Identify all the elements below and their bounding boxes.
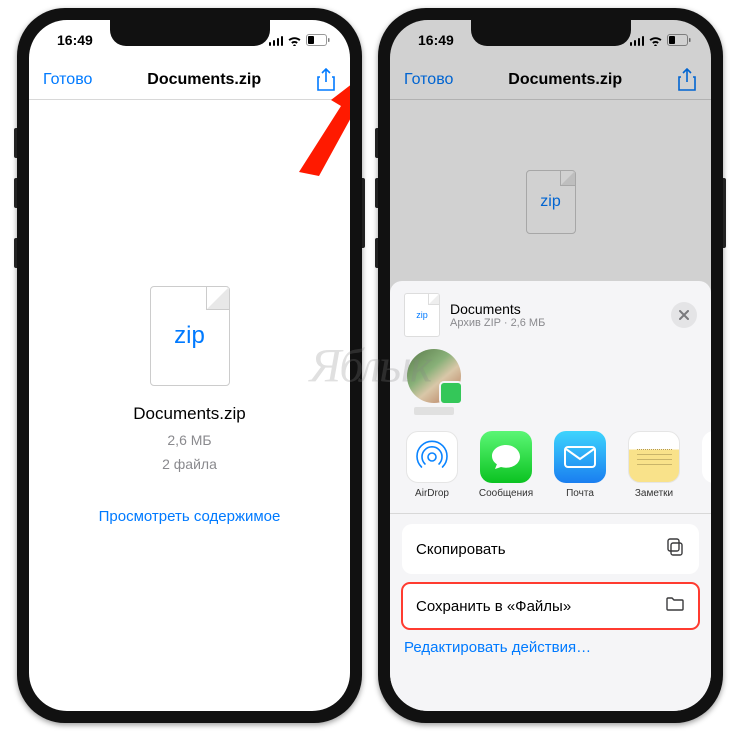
file-ext-label: zip <box>174 322 205 350</box>
share-apps-row: AirDrop Сообщения Почта <box>390 419 711 514</box>
share-file-title: Documents <box>450 301 661 317</box>
app-mail[interactable]: Почта <box>552 431 608 499</box>
contact-avatar <box>407 349 461 403</box>
notch <box>471 20 631 46</box>
app-label: Заметки <box>635 488 673 499</box>
status-indicators <box>269 34 331 46</box>
file-count: 2 файла <box>162 456 217 472</box>
airdrop-icon <box>406 431 458 483</box>
action-label: Сохранить в «Файлы» <box>416 598 571 615</box>
share-button[interactable] <box>316 68 336 92</box>
done-button[interactable]: Готово <box>43 71 92 89</box>
phone-left: 16:49 Готово Documents.zip <box>17 8 362 723</box>
notch <box>110 20 270 46</box>
share-actions: Скопировать Сохранить в «Файлы» <box>390 514 711 629</box>
status-time: 16:49 <box>57 32 93 48</box>
share-contacts-row <box>390 349 711 419</box>
action-save-to-files[interactable]: Сохранить в «Файлы» <box>402 583 699 629</box>
edit-actions-link[interactable]: Редактировать действия… <box>390 629 711 656</box>
app-messages[interactable]: Сообщения <box>478 431 534 499</box>
app-partial-icon <box>702 431 711 483</box>
action-copy[interactable]: Скопировать <box>402 524 699 574</box>
screen: 16:49 Готово Documents.zip <box>390 20 711 711</box>
app-label: Сообщения <box>479 488 533 499</box>
battery-icon <box>306 34 330 46</box>
file-name: Documents.zip <box>133 404 245 424</box>
contact-name-redacted <box>414 407 454 415</box>
view-contents-link[interactable]: Просмотреть содержимое <box>99 508 281 525</box>
share-sheet-header: zip Documents Архив ZIP · 2,6 МБ <box>390 281 711 349</box>
app-more[interactable]: Te <box>700 431 711 499</box>
cellular-icon <box>269 35 284 46</box>
app-airdrop[interactable]: AirDrop <box>404 431 460 499</box>
file-size: 2,6 МБ <box>167 432 211 448</box>
copy-icon <box>665 537 685 561</box>
nav-bar: Готово Documents.zip <box>29 60 350 100</box>
share-file-thumb: zip <box>404 293 440 337</box>
close-button[interactable] <box>671 302 697 328</box>
share-sheet: zip Documents Архив ZIP · 2,6 МБ <box>390 281 711 711</box>
app-notes[interactable]: Заметки <box>626 431 682 499</box>
file-preview: zip Documents.zip 2,6 МБ 2 файла Просмот… <box>29 100 350 711</box>
mail-icon <box>554 431 606 483</box>
wifi-icon <box>287 35 302 46</box>
file-icon: zip <box>150 286 230 386</box>
action-label: Скопировать <box>416 541 506 558</box>
app-label: Почта <box>566 488 594 499</box>
share-file-subtitle: Архив ZIP · 2,6 МБ <box>450 317 661 329</box>
messages-icon <box>480 431 532 483</box>
share-contact[interactable] <box>404 349 464 415</box>
screen: 16:49 Готово Documents.zip <box>29 20 350 711</box>
notes-icon <box>628 431 680 483</box>
app-label: AirDrop <box>415 488 449 499</box>
phone-right: 16:49 Готово Documents.zip <box>378 8 723 723</box>
folder-icon <box>665 596 685 616</box>
nav-title: Documents.zip <box>147 71 261 89</box>
